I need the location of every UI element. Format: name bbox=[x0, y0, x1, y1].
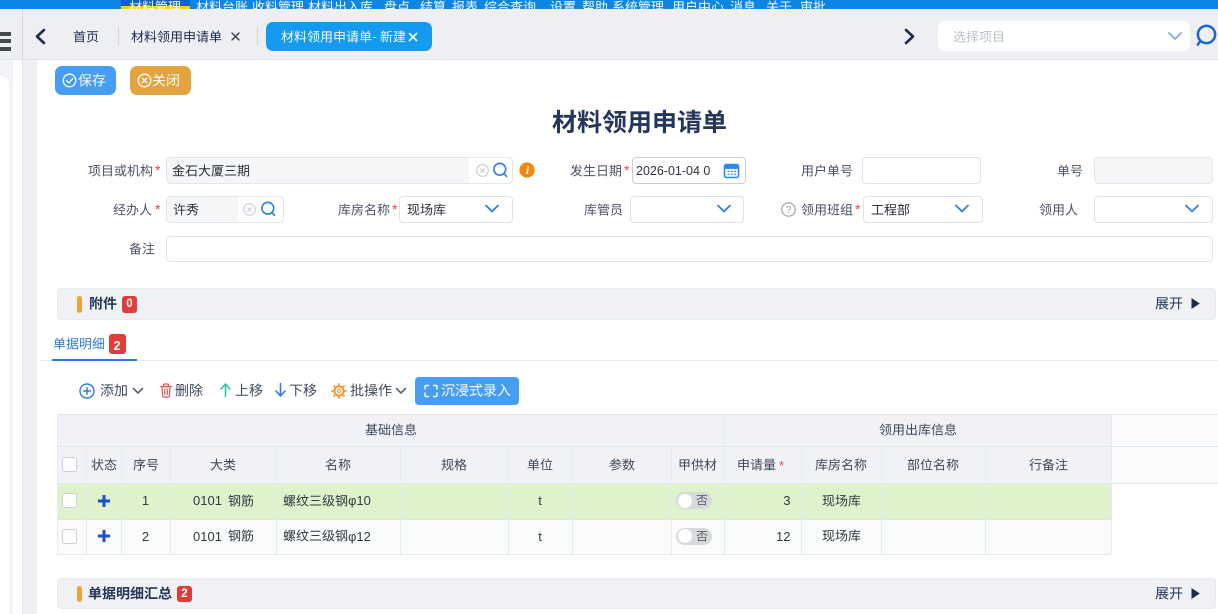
svg-text:?: ? bbox=[786, 205, 792, 216]
